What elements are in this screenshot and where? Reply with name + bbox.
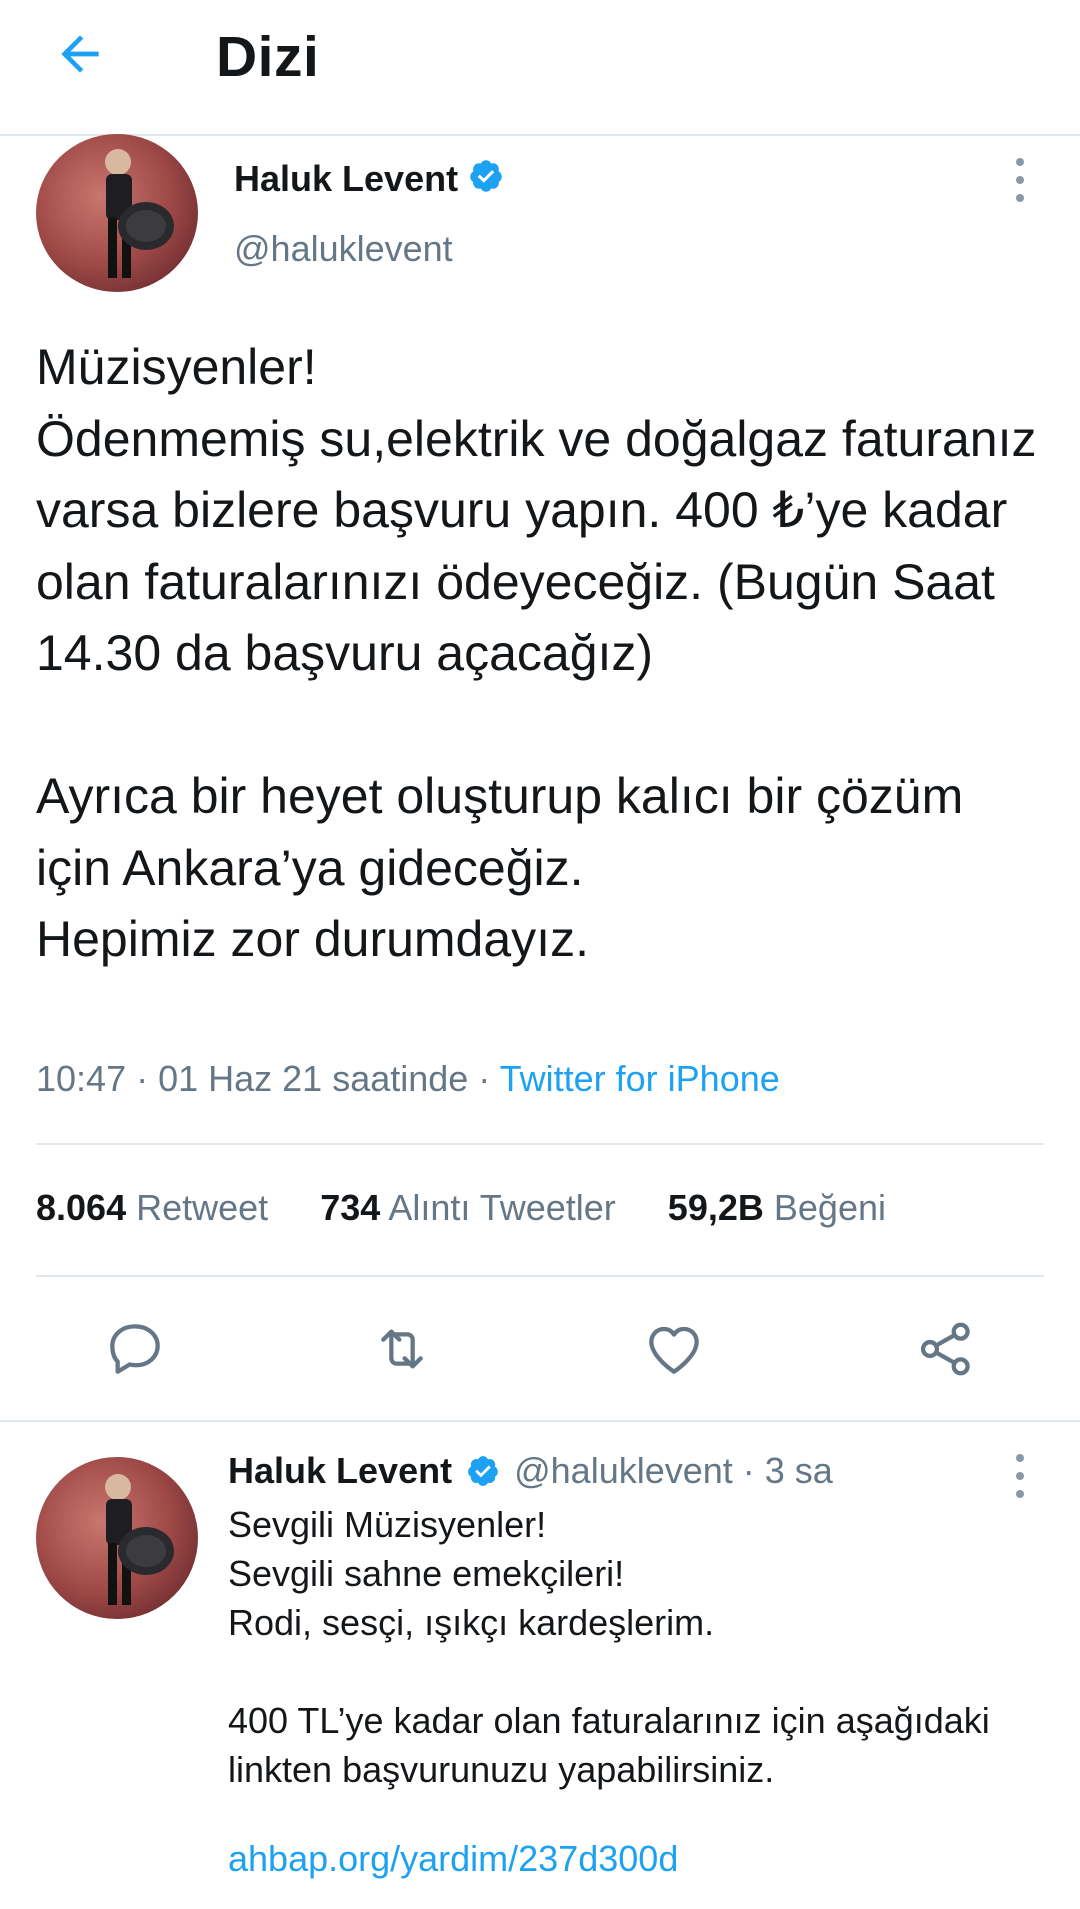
section-separator [0, 1420, 1080, 1422]
tweet-source-link[interactable]: Twitter for iPhone [500, 1058, 780, 1099]
author-name[interactable]: Haluk Levent [234, 158, 458, 200]
reply-author-name[interactable]: Haluk Levent [228, 1450, 452, 1491]
reply-author-handle[interactable]: @haluklevent [514, 1450, 733, 1491]
top-bar: Dizi [0, 0, 1080, 136]
back-button[interactable] [52, 26, 162, 136]
reply-time: · 3 sa [732, 1450, 833, 1491]
like-icon[interactable] [642, 1317, 706, 1381]
tweet-meta: 10:47 · 01 Haz 21 saatinde · Twitter for… [36, 1058, 780, 1100]
retweet-stat[interactable]: 8.064 Retweet [36, 1187, 268, 1228]
author-avatar[interactable] [36, 134, 198, 292]
share-icon[interactable] [914, 1317, 978, 1381]
tweet-stats: 8.064 Retweet 734 Alıntı Tweetler 59,2B … [36, 1187, 886, 1229]
verified-badge-icon [468, 1456, 498, 1486]
arrow-left-icon [61, 35, 99, 73]
avatar-photo [36, 1457, 198, 1619]
reply-more-options-icon[interactable] [1010, 1454, 1030, 1498]
divider [36, 1143, 1044, 1145]
reply-icon[interactable] [103, 1317, 167, 1381]
tweet-time: 10:47 · 01 Haz 21 saatinde · [36, 1058, 500, 1099]
avatar-photo [36, 134, 198, 292]
page-title: Dizi [216, 25, 320, 89]
reply-link[interactable]: ahbap.org/yardim/237d300d [228, 1838, 678, 1880]
reply-text: Sevgili Müzisyenler! Sevgili sahne emekç… [228, 1504, 990, 1790]
more-options-icon[interactable] [1010, 158, 1030, 202]
retweet-icon[interactable] [370, 1317, 434, 1381]
author-handle[interactable]: @haluklevent [234, 228, 453, 270]
divider [36, 1275, 1044, 1277]
reply-header: Haluk Levent @haluklevent · 3 sa [228, 1450, 833, 1492]
like-stat[interactable]: 59,2B Beğeni [668, 1187, 886, 1228]
reply-author-avatar[interactable] [36, 1457, 198, 1619]
verified-badge-icon [470, 160, 502, 192]
tweet-text: Müzisyenler! Ödenmemiş su,elektrik ve do… [36, 339, 1037, 967]
quote-stat[interactable]: 734 Alıntı Tweetler [320, 1187, 616, 1228]
